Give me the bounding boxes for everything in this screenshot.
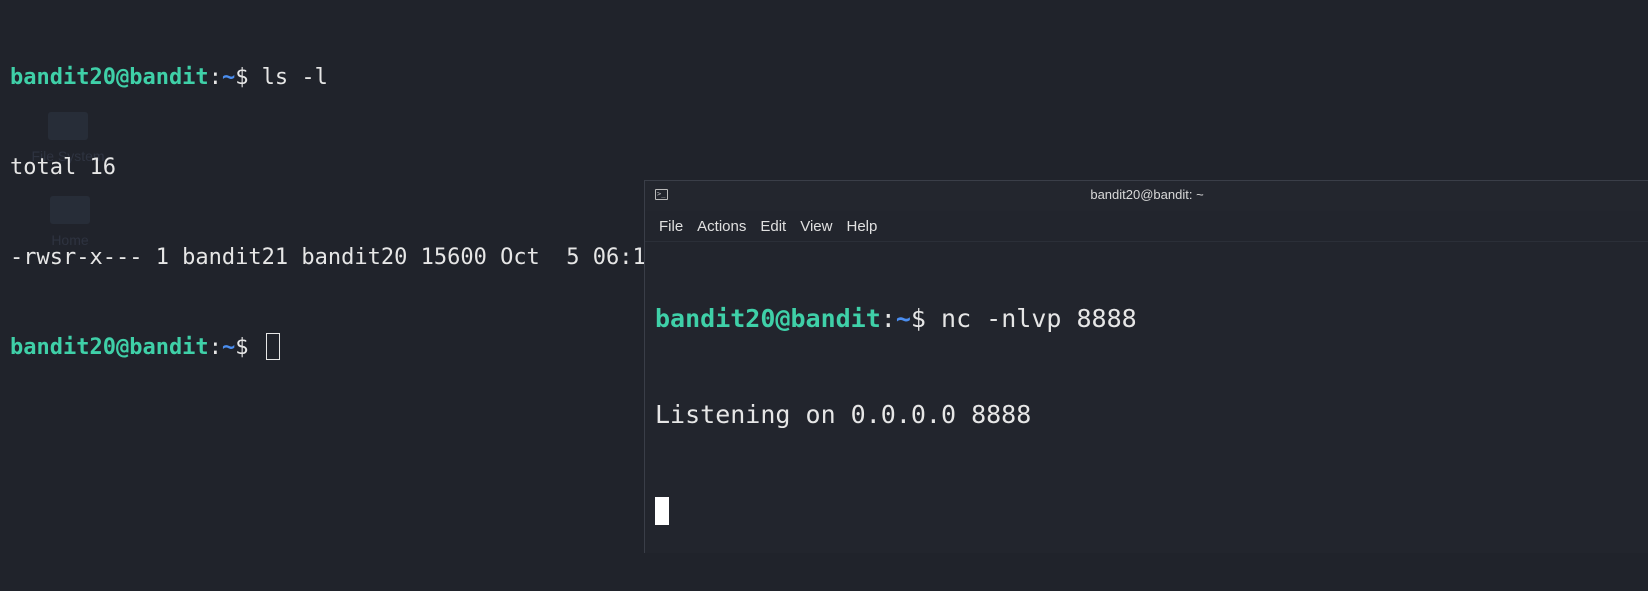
terminal-window[interactable]: >_ bandit20@bandit: ~ File Actions Edit …: [644, 180, 1648, 553]
menu-file[interactable]: File: [659, 218, 683, 235]
command-text: nc -nlvp 8888: [925, 304, 1137, 333]
command-text: [248, 335, 261, 360]
command-text: ls -l: [248, 65, 328, 90]
menu-bar: File Actions Edit View Help: [645, 211, 1648, 242]
window-titlebar[interactable]: >_ bandit20@bandit: ~: [645, 181, 1648, 211]
window-title: bandit20@bandit: ~: [1090, 187, 1204, 202]
terminal-line: Listening on 0.0.0.0 8888: [655, 399, 1137, 431]
prompt-user: bandit20@bandit: [10, 65, 209, 90]
terminal-line: bandit20@bandit:~$ nc -nlvp 8888: [655, 304, 1137, 333]
output-text: Listening on 0.0.0.0 8888: [655, 400, 1032, 429]
menu-actions[interactable]: Actions: [697, 218, 746, 235]
menu-edit[interactable]: Edit: [760, 218, 786, 235]
prompt-symbol: $: [235, 335, 249, 360]
terminal-cursor: [265, 333, 280, 360]
prompt-path: ~: [221, 335, 236, 360]
prompt-symbol: $: [235, 65, 249, 90]
terminal-line: [655, 495, 1137, 527]
output-text: total 16: [10, 155, 116, 180]
output-text: -rwsr-x--- 1 bandit21 bandit20 15600 Oct…: [10, 245, 673, 270]
prompt-user: bandit20@bandit: [655, 304, 881, 333]
prompt-path: ~: [895, 304, 911, 333]
prompt-symbol: $: [910, 304, 926, 333]
prompt-user: bandit20@bandit: [10, 335, 209, 360]
prompt-path: ~: [221, 65, 236, 90]
terminal-line: bandit20@bandit:~$ ls -l: [10, 65, 328, 90]
menu-view[interactable]: View: [800, 218, 832, 235]
terminal-line: total 16: [10, 153, 791, 183]
menu-help[interactable]: Help: [846, 218, 877, 235]
terminal-cursor: [655, 497, 669, 525]
terminal-content[interactable]: bandit20@bandit:~$ nc -nlvp 8888 Listeni…: [655, 239, 1137, 591]
